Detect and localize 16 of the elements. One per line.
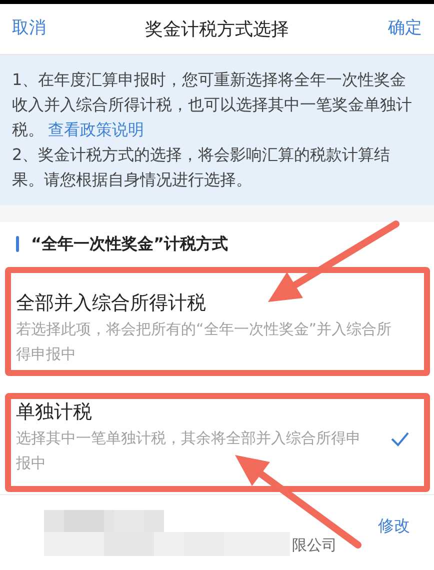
option-title: 全部并入综合所得计税 [16, 291, 207, 316]
check-icon [390, 431, 410, 447]
edit-link[interactable]: 修改 [378, 514, 410, 538]
cancel-button[interactable]: 取消 [12, 16, 46, 42]
confirm-button[interactable]: 确定 [388, 16, 422, 42]
page-title: 奖金计税方式选择 [145, 18, 289, 42]
arrow-icon [268, 220, 400, 302]
policy-link[interactable]: 查看政策说明 [48, 120, 144, 139]
section-title: “全年一次性奖金”计税方式 [31, 232, 228, 254]
notice-text: 2、奖金计税方式的选择，将会影响汇算的税款计算结果。请您根据自身情况进行选择。 [12, 144, 392, 191]
option-title: 单独计税 [16, 400, 93, 425]
option-description: 选择其中一笔单独计税，其余将全部并入综合所得申报中 [16, 428, 362, 474]
section-marker [16, 236, 19, 252]
notice-text: 1、在年度汇算申报时，您可重新选择将全年一次性奖金收入并入综合所得计税，也可以选择其中一笔奖金单独计税。 查看政策说明 [12, 69, 413, 141]
company-name: 限公司 [292, 535, 337, 556]
option-description: 若选择此项，将会把所有的“全年一次性奖金”并入综合所得申报中 [16, 319, 393, 365]
